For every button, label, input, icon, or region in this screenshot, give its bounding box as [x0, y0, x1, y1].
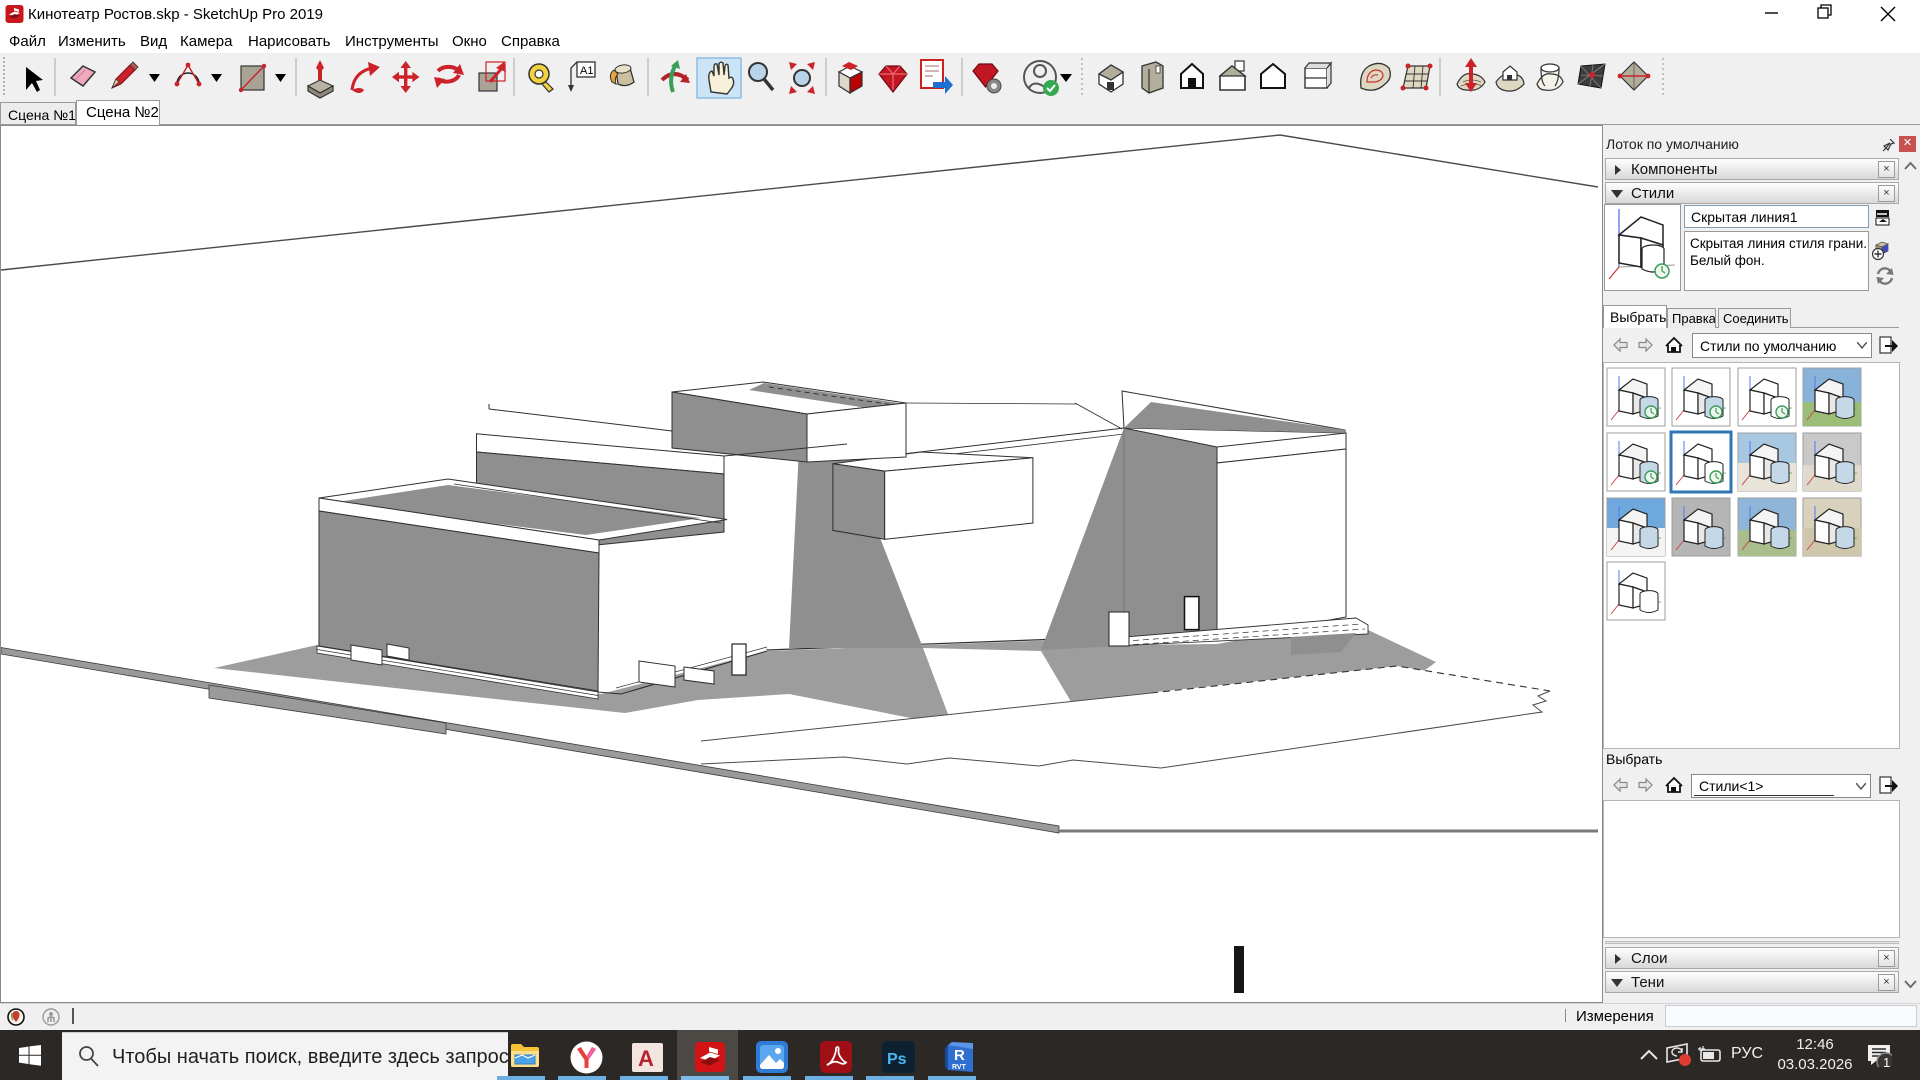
- svg-text:Ps: Ps: [887, 1051, 907, 1068]
- svg-text:1: 1: [1883, 1055, 1890, 1067]
- svg-text:R: R: [954, 1047, 965, 1064]
- svg-text:A: A: [638, 1046, 654, 1071]
- svg-text:RVT: RVT: [952, 1064, 967, 1071]
- svg-text:A1: A1: [580, 65, 593, 77]
